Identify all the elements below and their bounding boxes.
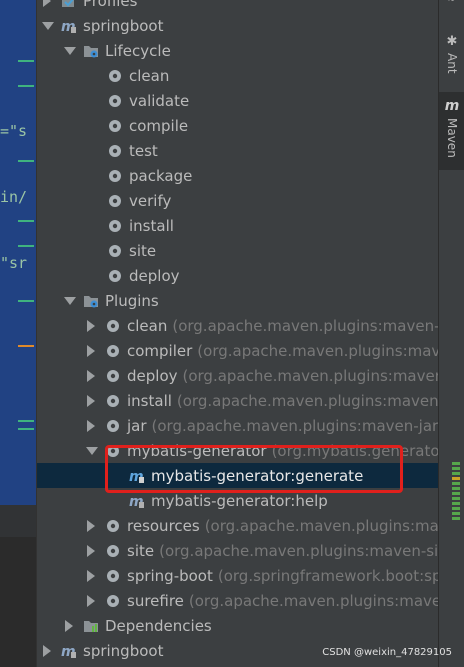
- change-marker: [18, 345, 34, 347]
- chevron-down-icon[interactable]: [63, 45, 76, 57]
- plugin-node[interactable]: clean (org.apache.maven.plugins:maven-cl: [37, 313, 439, 338]
- chevron-right-icon[interactable]: [41, 0, 53, 7]
- editor-bottom: [0, 537, 36, 667]
- chevron-right-icon[interactable]: [85, 519, 97, 532]
- profiles-icon: [61, 0, 77, 9]
- change-marker: [18, 160, 34, 162]
- change-marker: [18, 85, 34, 87]
- chevron-right-icon[interactable]: [85, 594, 97, 607]
- plugin-gear-icon: [105, 393, 121, 409]
- chevron-down-icon[interactable]: [63, 295, 76, 307]
- chevron-right-icon[interactable]: [85, 544, 97, 557]
- chevron-right-icon[interactable]: [85, 344, 97, 357]
- chevron-down-icon[interactable]: [85, 445, 98, 457]
- plugin-gear-icon: [105, 418, 121, 434]
- plugin-node[interactable]: compiler (org.apache.maven.plugins:mave: [37, 338, 439, 363]
- tree-node-profiles[interactable]: Profiles: [37, 0, 439, 13]
- tree-node-project[interactable]: m springboot: [37, 13, 439, 38]
- dependencies-icon: [83, 618, 99, 634]
- code-fragment: "sr: [0, 254, 28, 272]
- gear-icon: [107, 143, 123, 159]
- lifecycle-phase[interactable]: test: [37, 138, 439, 163]
- lifecycle-phase[interactable]: validate: [37, 88, 439, 113]
- chevron-right-icon[interactable]: [63, 619, 75, 632]
- tab-ant[interactable]: ✱ Ant: [439, 34, 464, 84]
- plugin-node[interactable]: surefire (org.apache.maven.plugins:maven-: [37, 588, 439, 613]
- plugin-node[interactable]: spring-boot (org.springframework.boot:sp: [37, 563, 439, 588]
- memory-indicator: [452, 462, 460, 524]
- plugin-node[interactable]: install (org.apache.maven.plugins:maven-i…: [37, 388, 439, 413]
- change-marker: [18, 428, 34, 430]
- gear-icon: [107, 93, 123, 109]
- chevron-down-icon[interactable]: [41, 20, 54, 32]
- lifecycle-phase[interactable]: deploy: [37, 263, 439, 288]
- folder-gear-icon: [83, 43, 99, 59]
- lifecycle-phase[interactable]: verify: [37, 188, 439, 213]
- chevron-right-icon[interactable]: [85, 319, 97, 332]
- watermark: CSDN @weixin_47829105: [322, 647, 452, 658]
- change-marker: [18, 60, 34, 62]
- lifecycle-phase[interactable]: package: [37, 163, 439, 188]
- chevron-right-icon[interactable]: [85, 569, 97, 582]
- lifecycle-phase[interactable]: site: [37, 238, 439, 263]
- editor-gutter: [0, 505, 36, 537]
- maven-project-icon: m: [61, 643, 77, 659]
- plugin-gear-icon: [105, 318, 121, 334]
- maven-project-icon: m: [61, 18, 77, 34]
- plugin-gear-icon: [105, 518, 121, 534]
- plugin-node[interactable]: deploy (org.apache.maven.plugins:maven-: [37, 363, 439, 388]
- tree-node-plugins[interactable]: Plugins: [37, 288, 439, 313]
- change-marker: [18, 300, 34, 302]
- tab-maven[interactable]: m Maven: [439, 92, 464, 170]
- chevron-right-icon[interactable]: [85, 419, 97, 432]
- lifecycle-phase[interactable]: install: [37, 213, 439, 238]
- gear-icon: [107, 118, 123, 134]
- maven-projects-tree[interactable]: Profiles m springboot Lifecycle clean va…: [36, 0, 439, 667]
- lifecycle-phase[interactable]: clean: [37, 63, 439, 88]
- plugin-gear-icon: [105, 568, 121, 584]
- chevron-right-icon[interactable]: [41, 644, 53, 657]
- plugin-node[interactable]: site (org.apache.maven.plugins:maven-site: [37, 538, 439, 563]
- gear-icon: [107, 243, 123, 259]
- gear-icon: [107, 193, 123, 209]
- change-marker: [18, 420, 34, 422]
- gear-icon: [107, 168, 123, 184]
- ant-icon: ✱: [446, 34, 458, 49]
- plugin-node[interactable]: resources (org.apache.maven.plugins:mave: [37, 513, 439, 538]
- lifecycle-phase[interactable]: compile: [37, 113, 439, 138]
- plugin-gear-icon: [105, 593, 121, 609]
- change-marker: [18, 245, 34, 247]
- chevron-right-icon[interactable]: [85, 369, 97, 382]
- plugin-node[interactable]: jar (org.apache.maven.plugins:maven-jar-p: [37, 413, 439, 438]
- plugin-gear-icon: [105, 543, 121, 559]
- tree-node-dependencies[interactable]: Dependencies: [37, 613, 439, 638]
- code-fragment: in/: [0, 188, 28, 206]
- maven-goal-icon: m: [129, 493, 145, 509]
- code-editor-strip: ="s in/ "sr: [0, 0, 36, 667]
- highlight-annotation-box: [105, 445, 403, 493]
- tab-top-partial[interactable]: e: [439, 0, 464, 16]
- code-fragment: ="s: [0, 122, 28, 140]
- change-marker: [18, 220, 34, 222]
- maven-icon: m: [444, 98, 460, 114]
- gear-icon: [107, 68, 123, 84]
- gear-icon: [107, 268, 123, 284]
- plugin-gear-icon: [105, 343, 121, 359]
- folder-gear-icon: [83, 293, 99, 309]
- tree-node-lifecycle[interactable]: Lifecycle: [37, 38, 439, 63]
- gear-icon: [107, 218, 123, 234]
- chevron-right-icon[interactable]: [85, 394, 97, 407]
- tool-window-strip: e ✱ Ant m Maven: [438, 0, 464, 667]
- plugin-gear-icon: [105, 368, 121, 384]
